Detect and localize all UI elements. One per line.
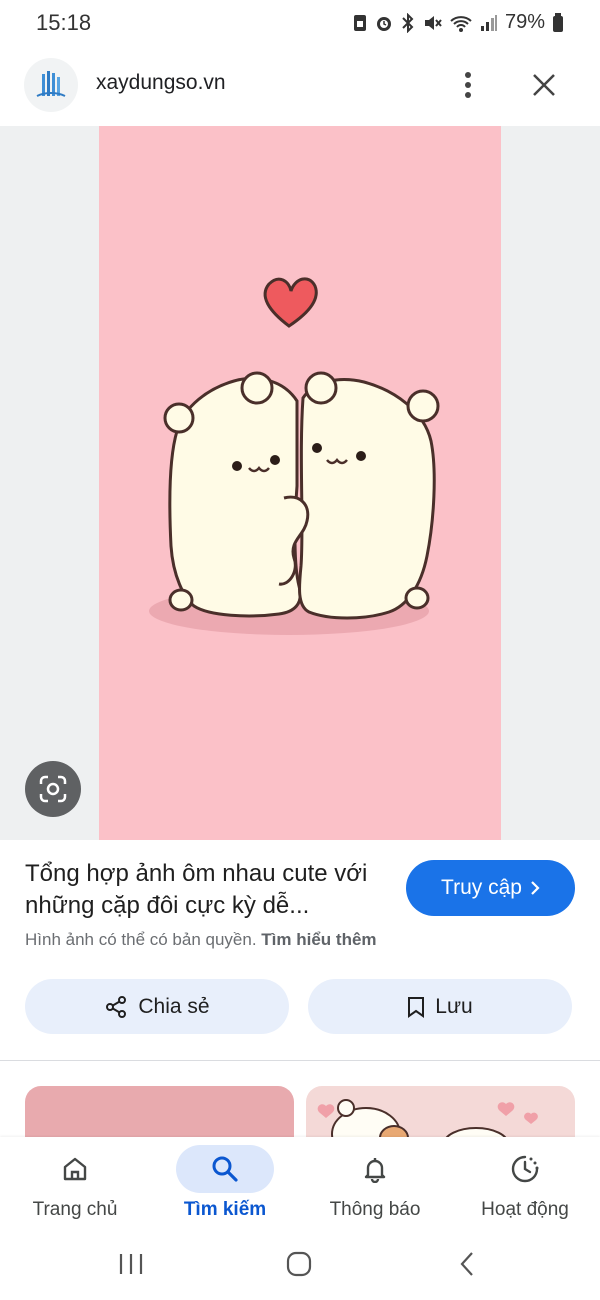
home-icon [63, 1157, 87, 1181]
nav-pill [476, 1145, 574, 1193]
search-icon [212, 1156, 238, 1182]
sim-icon [353, 14, 366, 31]
battery-icon [553, 12, 563, 32]
bookmark-icon [408, 996, 425, 1018]
back-icon[interactable] [437, 1244, 497, 1284]
save-button[interactable]: Lưu [308, 979, 572, 1034]
chevron-right-icon [531, 881, 540, 895]
more-vert-icon[interactable] [448, 64, 488, 106]
home-button-icon[interactable] [269, 1244, 329, 1284]
share-icon [106, 995, 127, 1018]
recents-icon[interactable] [101, 1244, 161, 1284]
signal-icon [480, 14, 497, 31]
status-time: 15:18 [36, 10, 92, 35]
building-logo-icon[interactable] [24, 58, 78, 112]
close-icon[interactable] [522, 64, 566, 106]
bell-icon [364, 1158, 386, 1183]
nav-pill [326, 1145, 424, 1193]
wifi-icon [450, 15, 472, 32]
mute-icon [424, 15, 442, 30]
divider [0, 1060, 600, 1061]
bluetooth-icon [402, 12, 414, 33]
nav-pill [26, 1145, 124, 1193]
visit-button-label: Truy cập [441, 876, 522, 899]
save-label: Lưu [435, 994, 473, 1018]
nav-item-search[interactable]: Tìm kiếm [150, 1137, 300, 1237]
nav-label-notifications: Thông báo [329, 1199, 421, 1220]
nav-item-home[interactable]: Trang chủ [0, 1137, 150, 1237]
nav-label-activity: Hoạt động [481, 1199, 569, 1220]
share-button[interactable]: Chia sẻ [25, 979, 289, 1034]
alarm-icon [376, 16, 391, 31]
copyright-text: Hình ảnh có thể có bản quyền. [25, 930, 257, 949]
activity-icon [511, 1155, 539, 1183]
learn-more-link[interactable]: Tìm hiểu thêm [261, 930, 376, 949]
status-icons: 79% [353, 11, 564, 34]
nav-item-activity[interactable]: Hoạt động [450, 1137, 600, 1237]
site-domain[interactable]: xaydungso.vn [96, 71, 226, 95]
google-lens-icon[interactable] [25, 761, 81, 817]
nav-label-search: Tìm kiếm [183, 1199, 267, 1220]
main-image[interactable] [99, 126, 501, 840]
nav-label-home: Trang chủ [32, 1199, 118, 1220]
image-title[interactable]: Tổng hợp ảnh ôm nhau cute với những cặp … [25, 858, 395, 922]
share-label: Chia sẻ [138, 994, 210, 1018]
battery-percent: 79% [504, 11, 545, 33]
nav-pill [176, 1145, 274, 1193]
copyright-notice: Hình ảnh có thể có bản quyền. Tìm hiểu t… [25, 930, 377, 950]
visit-button[interactable]: Truy cập [406, 860, 575, 916]
nav-item-notifications[interactable]: Thông báo [300, 1137, 450, 1237]
browser-header [0, 50, 600, 126]
